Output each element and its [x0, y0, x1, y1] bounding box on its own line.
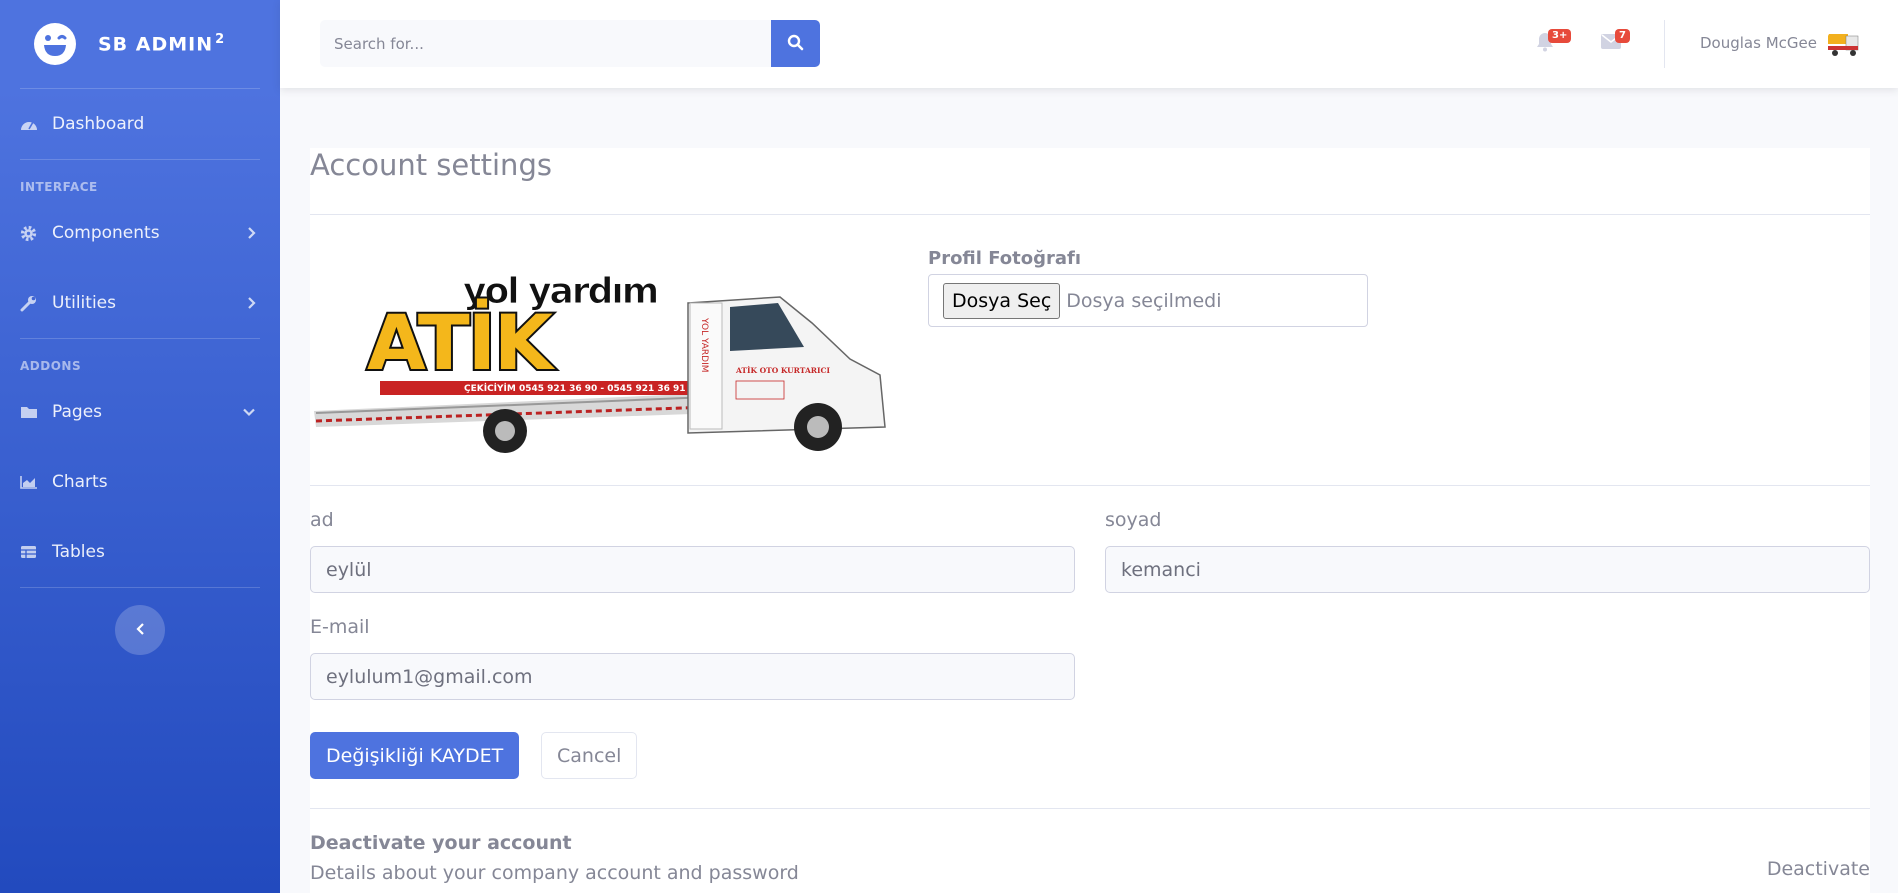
search-input[interactable] — [320, 20, 771, 67]
search-icon — [787, 34, 804, 54]
sidebar-toggle-button[interactable] — [115, 605, 165, 655]
profile-photo-file-input[interactable]: Dosya Seç Dosya seçilmedi — [928, 274, 1368, 327]
messages-dropdown[interactable]: 7 — [1601, 29, 1630, 53]
last-name-field[interactable]: kemanci — [1105, 546, 1870, 593]
sidebar-item-pages[interactable]: Pages — [0, 377, 280, 447]
laugh-wink-icon — [34, 23, 76, 65]
search-form — [320, 20, 820, 67]
sidebar-heading: INTERFACE — [20, 180, 98, 194]
sidebar-item-charts[interactable]: Charts — [0, 447, 280, 517]
user-avatar[interactable] — [1826, 26, 1862, 62]
logo-side-text: YOL YARDIM — [699, 317, 709, 373]
file-status-text: Dosya seçilmedi — [1066, 289, 1222, 312]
sidebar-item-components[interactable]: Components — [0, 198, 280, 268]
email-field[interactable]: eylulum1@gmail.com — [310, 653, 1075, 700]
alerts-dropdown[interactable]: 3+ — [1536, 29, 1572, 56]
chevron-right-icon — [247, 226, 256, 240]
logo-door-text: ATİK OTO KURTARICI — [735, 366, 830, 375]
topbar-divider — [1664, 20, 1665, 68]
profile-photo: YOL YARDIM ATİK OTO KURTARICI yol yardım… — [310, 263, 892, 455]
deactivate-title: Deactivate your account — [310, 832, 572, 854]
chevron-down-icon — [242, 408, 256, 417]
deactivate-button[interactable]: Deactivate — [1767, 858, 1870, 880]
topbar: 3+ 7 Douglas McGee — [280, 0, 1898, 88]
chevron-right-icon — [247, 296, 256, 310]
sidebar-item-dashboard[interactable]: Dashboard — [0, 89, 280, 159]
cog-icon — [20, 225, 52, 242]
folder-icon — [20, 405, 52, 419]
cancel-button[interactable]: Cancel — [541, 732, 638, 779]
sidebar-item-label: Tables — [52, 542, 105, 562]
first-name-field[interactable]: eylül — [310, 546, 1075, 593]
sidebar-item-utilities[interactable]: Utilities — [0, 268, 280, 338]
last-name-label: soyad — [1105, 509, 1162, 531]
deactivate-description: Details about your company account and p… — [310, 862, 799, 884]
alerts-count-badge: 3+ — [1548, 29, 1572, 43]
first-name-label: ad — [310, 509, 334, 531]
section-divider — [310, 214, 1870, 215]
page-title: Account settings — [310, 148, 552, 182]
tachometer-icon — [20, 117, 52, 131]
sidebar-divider — [20, 587, 260, 588]
user-name[interactable]: Douglas McGee — [1700, 34, 1817, 52]
search-button[interactable] — [771, 20, 820, 67]
logo-phone-text: ÇEKİCİYİM 0545 921 36 90 - 0545 921 36 9… — [464, 383, 686, 394]
profile-photo-label: Profil Fotoğrafı — [928, 248, 1082, 269]
sidebar-brand[interactable]: SB ADMIN 2 — [0, 0, 280, 88]
sidebar-item-label: Charts — [52, 472, 108, 492]
sidebar-item-label: Utilities — [52, 293, 116, 313]
chart-area-icon — [20, 475, 52, 489]
section-divider — [310, 808, 1870, 809]
sidebar-heading: ADDONS — [20, 359, 82, 373]
table-icon — [20, 545, 52, 559]
section-divider — [310, 485, 1870, 486]
sidebar-item-label: Components — [52, 223, 160, 243]
brand-name: SB ADMIN 2 — [98, 32, 226, 56]
sidebar-item-tables[interactable]: Tables — [0, 517, 280, 587]
save-button[interactable]: Değişikliği KAYDET — [310, 732, 520, 779]
account-settings-card: Account settings YOL YARDIM ATİK OTO KUR… — [310, 148, 1870, 893]
messages-count-badge: 7 — [1615, 29, 1630, 43]
choose-file-button[interactable]: Dosya Seç — [943, 282, 1061, 319]
sidebar-item-label: Pages — [52, 402, 103, 422]
sidebar: SB ADMIN 2 Dashboard INTERFACE Components… — [0, 0, 280, 893]
sidebar-item-label: Dashboard — [52, 114, 145, 134]
wrench-icon — [20, 295, 52, 312]
logo-main-text: ATİK — [367, 297, 556, 387]
chevron-left-icon — [135, 621, 145, 640]
email-label: E-mail — [310, 616, 370, 638]
